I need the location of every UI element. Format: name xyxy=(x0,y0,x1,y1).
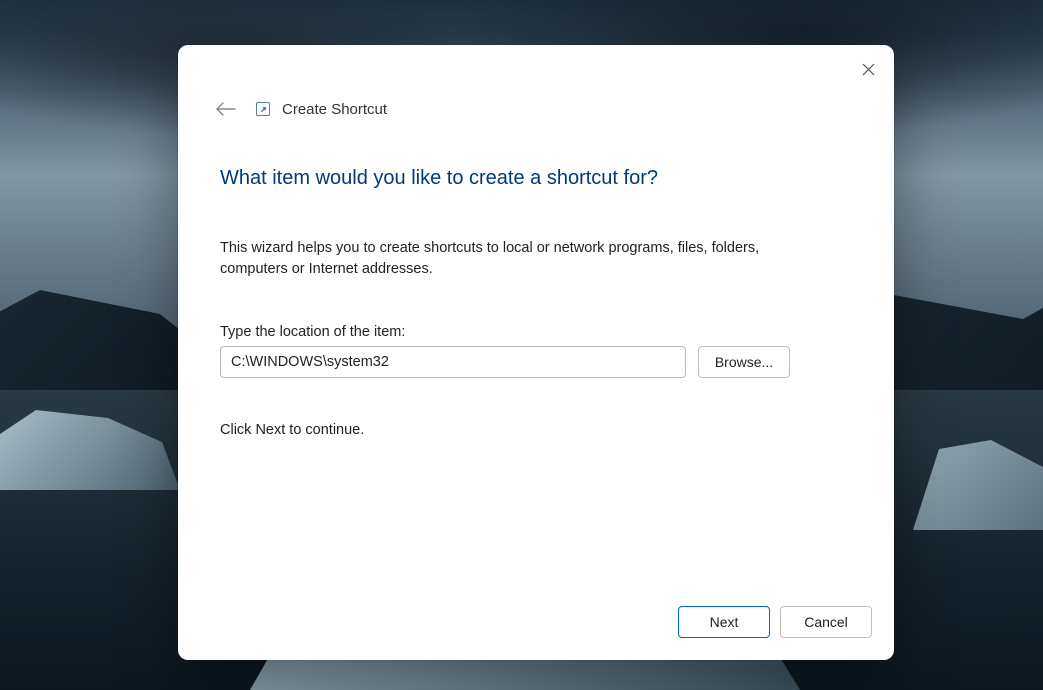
location-input[interactable] xyxy=(220,346,686,378)
dialog-footer: Next Cancel xyxy=(178,606,894,660)
back-button[interactable] xyxy=(214,97,238,121)
wizard-description: This wizard helps you to create shortcut… xyxy=(220,238,780,280)
browse-button[interactable]: Browse... xyxy=(698,346,790,378)
close-button[interactable] xyxy=(858,59,878,79)
location-input-row: Browse... xyxy=(220,346,852,378)
continue-instruction: Click Next to continue. xyxy=(220,422,852,438)
shortcut-icon xyxy=(256,102,270,116)
dialog-header: Create Shortcut xyxy=(178,45,894,121)
next-button[interactable]: Next xyxy=(678,606,770,638)
location-label: Type the location of the item: xyxy=(220,324,852,340)
wizard-heading: What item would you like to create a sho… xyxy=(220,167,852,190)
dialog-title: Create Shortcut xyxy=(282,101,387,118)
close-icon xyxy=(862,63,875,76)
cancel-button[interactable]: Cancel xyxy=(780,606,872,638)
dialog-content: What item would you like to create a sho… xyxy=(178,121,894,606)
create-shortcut-dialog: Create Shortcut What item would you like… xyxy=(178,45,894,660)
back-arrow-icon xyxy=(216,102,236,116)
